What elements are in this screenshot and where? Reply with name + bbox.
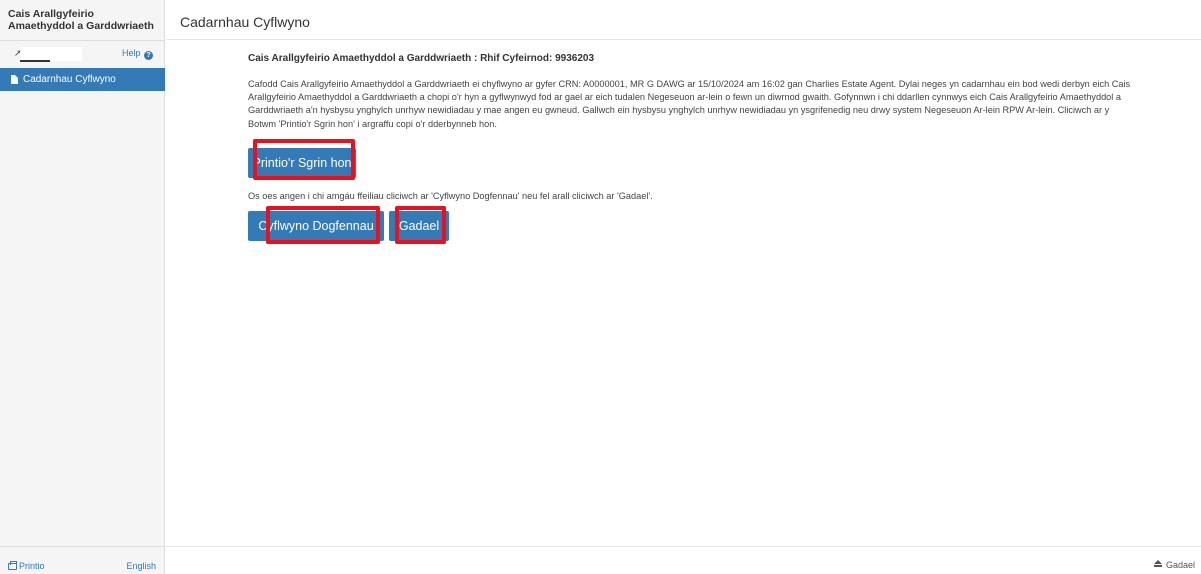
app-title-line-1: Cais Arallgyfeirio [8,8,94,20]
user-row: ↗ Help ? [0,44,165,66]
printer-icon [8,561,17,570]
user-name-redacted [20,47,82,61]
help-link[interactable]: Help ? [122,47,153,60]
help-label: Help [121,48,141,58]
print-screen-button[interactable]: Printio'r Sgrin hon [248,148,356,178]
print-link[interactable]: Printio [8,561,45,572]
confirmation-paragraph: Cafodd Cais Arallgyfeirio Amaethyddol a … [248,79,1131,129]
exit-button[interactable]: Gadael [389,211,449,241]
submit-documents-button[interactable]: Cyflwyno Dogfennau [248,211,384,241]
footer-exit-link[interactable]: Gadael [1153,560,1195,571]
footer-exit-label: Gadael [1165,560,1195,570]
print-label: Printio [19,561,45,571]
main-header: Cadarnhau Cyflwyno [166,0,1201,40]
question-circle-icon: ? [144,51,153,60]
sidebar: Cais Arallgyfeirio Amaethyddol a Garddwr… [0,0,165,574]
sidebar-item-label: Cadarnhau Cyflwyno [23,74,116,85]
app-title-line-2: Amaethyddol a Garddwriaeth [8,20,154,32]
user-name-underline [20,60,50,62]
sidebar-divider [0,40,165,41]
main-footer: Gadael [166,546,1201,574]
page-title: Cadarnhau Cyflwyno [180,14,310,30]
attach-files-note: Os oes angen i chi amgáu ffeiliau cliciw… [248,191,653,201]
document-icon [11,75,18,84]
app-title: Cais Arallgyfeirio Amaethyddol a Garddwr… [8,8,160,32]
language-link-english[interactable]: English [126,561,156,572]
eject-icon [1153,560,1162,568]
sidebar-item-cadarnhau-cyflwyno[interactable]: Cadarnhau Cyflwyno [0,68,165,91]
sidebar-footer: Printio English [0,546,165,574]
application-heading: Cais Arallgyfeirio Amaethyddol a Garddwr… [248,53,595,64]
